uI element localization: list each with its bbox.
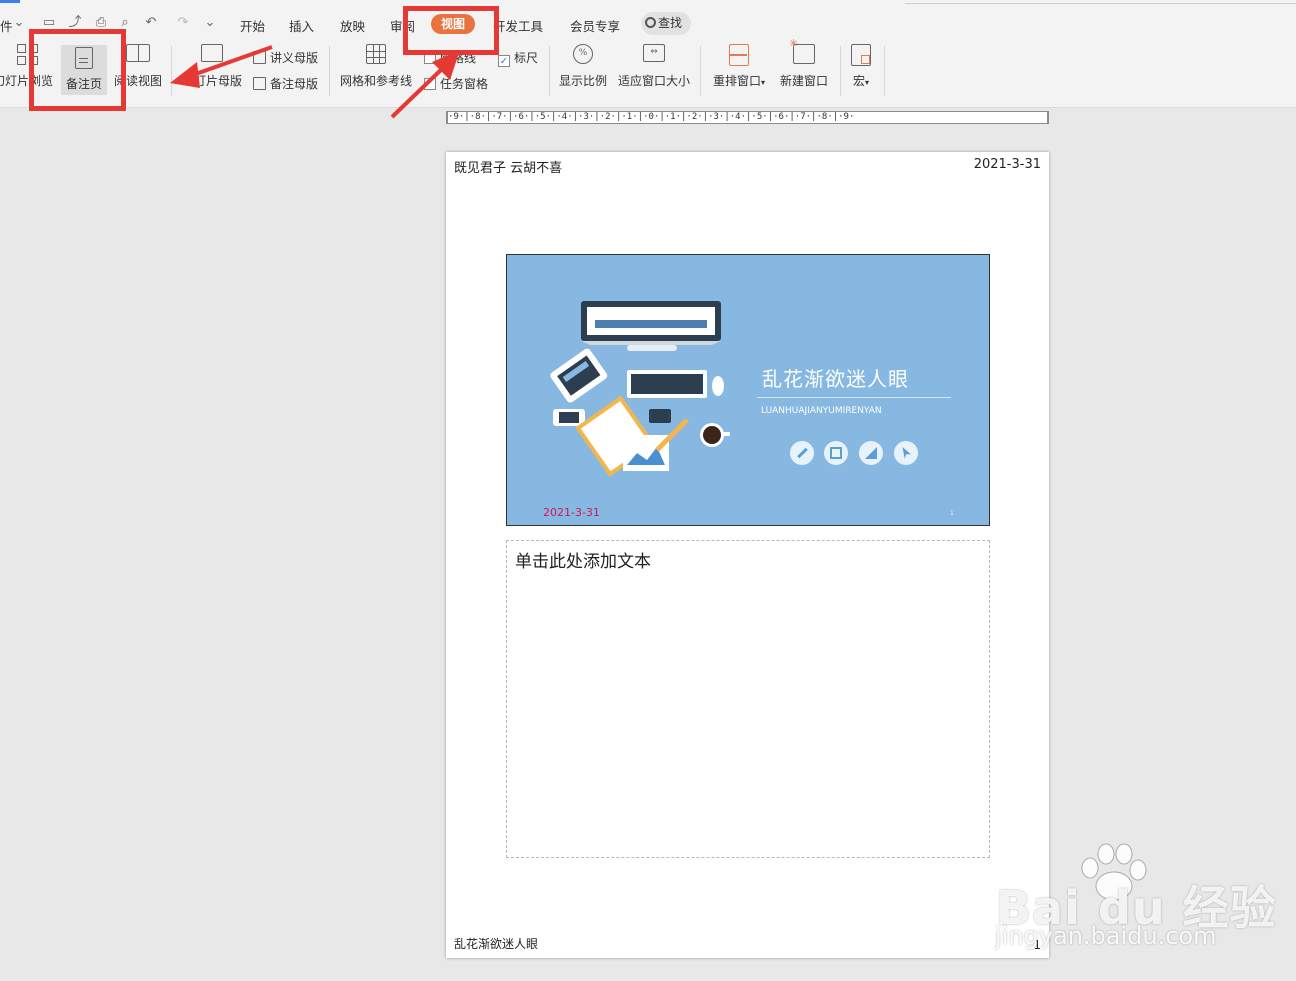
arrow-line-left [189,45,273,78]
monitor-bezel [581,341,721,345]
slide-title-underline [757,397,951,398]
card-icon [649,409,671,423]
coffee-icon [703,426,721,444]
arrow-head-left [170,62,200,88]
coffee-cup-handle [722,432,730,436]
notes-placeholder-text: 单击此处添加文本 [515,552,651,572]
paw-toe [1115,843,1133,865]
triangle-glyph [865,447,877,459]
paw-toe [1097,843,1115,865]
monitor-screen-bar [595,320,707,328]
page-footer-text[interactable]: 乱花渐欲迷人眼 [454,935,538,952]
pencil-glyph [797,447,808,459]
arrow-line-up [390,64,447,119]
book-glyph [830,447,842,459]
chart-paper-icon [623,435,669,471]
slide-date: 2021-3-31 [543,506,600,519]
phone-screen [559,412,579,423]
monitor-stand [627,345,677,351]
slide-title: 乱花渐欲迷人眼 [762,367,909,391]
page-header-date[interactable]: 2021-3-31 [974,157,1041,172]
baidu-watermark-url: jingyan.baidu.com [995,922,1217,950]
notes-placeholder-box[interactable]: 单击此处添加文本 [506,540,990,858]
slide-thumbnail[interactable]: 乱花渐欲迷人眼 LUANHUAJIANYUMIRENYAN 2021-3-31 … [506,254,990,526]
cursor-circle-icon [894,441,918,465]
book-circle-icon [824,441,848,465]
mouse-icon [712,376,724,396]
slide-number: 1 [950,510,954,517]
keyboard-keys [631,374,703,394]
pencil-circle-icon [790,441,814,465]
notes-page: 既见君子 云胡不喜 2021-3-31 乱花渐欲迷人眼 LUANHUAJIANY… [446,152,1049,958]
desk-illustration [550,301,730,477]
ruler-scale: ·9·|·8·|·7·|·6·|·5·|·4·|·3·|·2·|·1·|·0·|… [448,112,1047,123]
ruler-circle-icon [859,441,883,465]
slide-subtitle: LUANHUAJIANYUMIRENYAN [761,406,882,416]
horizontal-ruler[interactable]: ·9·|·8·|·7·|·6·|·5·|·4·|·3·|·2·|·1·|·0·|… [446,111,1049,124]
cursor-glyph [902,447,911,459]
page-header-left[interactable]: 既见君子 云胡不喜 [454,157,562,176]
